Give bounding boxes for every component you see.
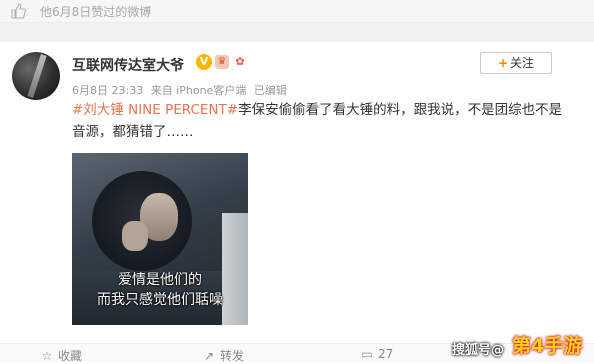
sohu-watermark: 搜狐号@ xyxy=(452,343,505,358)
member-badge-icon[interactable]: ✿ xyxy=(233,55,247,69)
hashtag-link[interactable]: #刘大锤 NINE PERCENT# xyxy=(72,102,238,118)
post-source: 来自 iPhone客户端 xyxy=(150,84,247,97)
thumbs-up-icon xyxy=(11,3,26,19)
follow-label: 关注 xyxy=(510,56,535,70)
follow-button[interactable]: + 关注 xyxy=(480,52,552,74)
image-caption-line1: 爱情是他们的 xyxy=(118,272,202,288)
image-caption-line2: 而我只感觉他们聒噪 xyxy=(97,292,223,308)
post-meta: 6月8日 23:33 来自 iPhone客户端 已编辑 xyxy=(72,82,291,98)
liked-by-strip: 他6月8日赞过的微博 xyxy=(0,0,594,23)
collect-button[interactable]: ☆ 收藏 xyxy=(40,347,82,364)
user-avatar[interactable] xyxy=(12,52,60,100)
post-text: #刘大锤 NINE PERCENT#李保安偷偷看了看大锤的料，跟我说，不是团综也… xyxy=(72,99,570,143)
comment-count: 27 xyxy=(378,347,394,361)
username[interactable]: 互联网传达室大爷 xyxy=(72,55,184,75)
repost-button[interactable]: ↗ 转发 xyxy=(202,347,244,364)
post-image[interactable]: 爱情是他们的 而我只感觉他们聒噪 xyxy=(72,153,248,325)
comment-button[interactable]: ▭ 27 xyxy=(360,347,393,361)
game-site-watermark: 第4手游 xyxy=(512,335,583,357)
medal-badge-icon[interactable]: ♛ xyxy=(215,55,229,69)
comment-icon: ▭ xyxy=(361,347,373,361)
edited-label[interactable]: 已编辑 xyxy=(254,84,287,97)
feed-divider xyxy=(0,23,594,42)
plus-icon: + xyxy=(497,56,509,70)
liked-by-text: 他6月8日赞过的微博 xyxy=(40,5,152,19)
action-bar: ☆ 收藏 ↗ 转发 ▭ 27 xyxy=(0,343,594,364)
vip-badge-icon[interactable]: V xyxy=(196,54,212,70)
post-date[interactable]: 6月8日 23:33 xyxy=(72,84,143,97)
